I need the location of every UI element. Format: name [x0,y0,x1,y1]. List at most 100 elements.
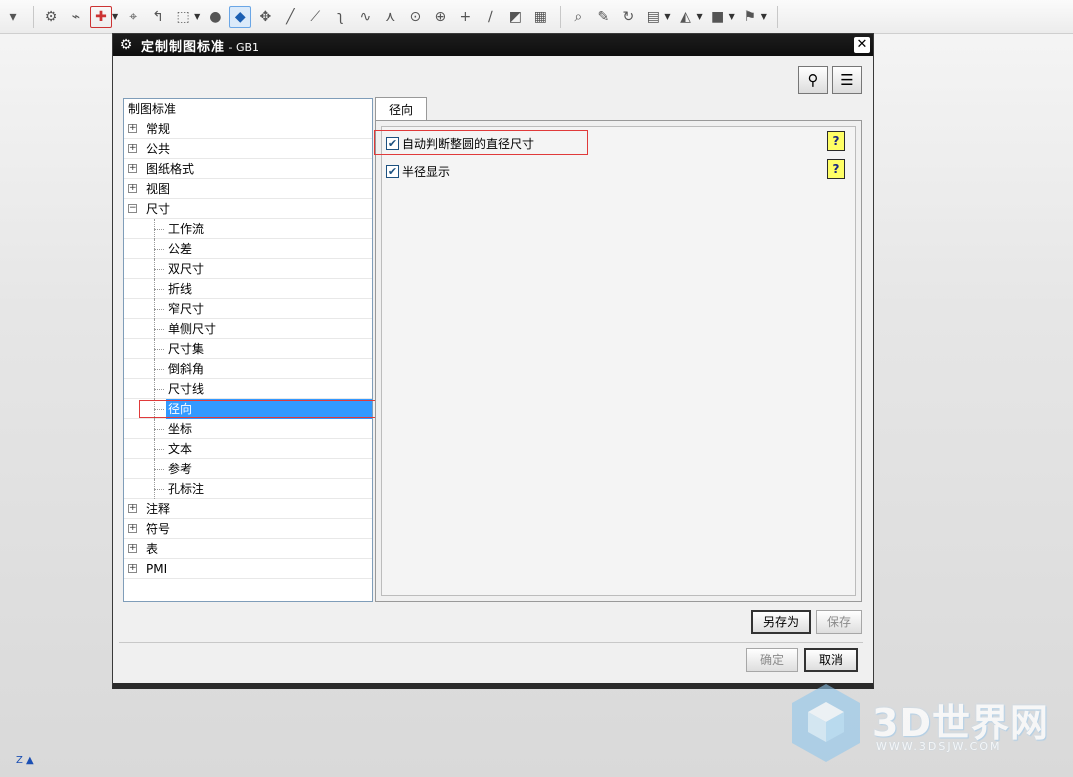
table-icon[interactable]: ▤ [642,6,664,28]
tool-icon[interactable]: ◭ [674,6,696,28]
watermark-brand: 3D世界网 [872,701,1049,745]
snap-icon[interactable]: ⚙ [40,6,62,28]
expand-icon[interactable]: + [128,544,137,553]
zoom-icon[interactable]: ⌕ [567,6,589,28]
tree-child-item[interactable]: 孔标注 [124,479,372,499]
chevron-down-icon[interactable]: ▼ [112,12,118,21]
axis-indicator: Z ▲ [16,755,34,766]
list-icon[interactable]: ☰ [832,66,862,94]
tree-child-item[interactable]: 公差 [124,239,372,259]
dropdown-icon[interactable]: ▾ [2,6,24,28]
line2-icon[interactable]: ⟋ [304,6,326,28]
rect-select-icon[interactable]: ⬚ [172,6,194,28]
chevron-down-icon[interactable]: ▼ [664,12,670,21]
tree-item-annotation[interactable]: + 注释 [124,499,372,519]
toolbar-separator [776,5,778,28]
expand-icon[interactable]: + [128,184,137,193]
shade-icon[interactable]: ● [204,6,226,28]
view-cube-icon[interactable]: ◆ [229,5,252,28]
tree-child-item[interactable]: 单侧尺寸 [124,319,372,339]
save-button[interactable]: 保存 [816,610,862,634]
circle-icon[interactable]: ⊙ [404,6,426,28]
tree-child-item[interactable]: 参考 [124,459,372,479]
standard-tree[interactable]: 制图标准 + 常规 + 公共 + 图纸格式 + 视图 − 尺寸 工作流 公差 双… [123,98,381,602]
collapse-icon[interactable]: − [128,204,137,213]
expand-icon[interactable]: + [128,524,137,533]
tree-header: 制图标准 [128,102,177,116]
tree-item-pmi[interactable]: + PMI [124,559,372,579]
dialog-titlebar[interactable]: ⚙ 定制制图标准 - GB1 ✕ [113,34,873,56]
tree-child-item[interactable]: 倒斜角 [124,359,372,379]
toolbar-separator [560,5,562,28]
find-icon[interactable]: ⚲ [798,66,828,94]
tree-child-item[interactable]: 工作流 [124,219,372,239]
toolbar-separator [33,5,34,28]
highlight-box [139,400,381,418]
close-button[interactable]: ✕ [854,37,870,53]
chevron-down-icon[interactable]: ▼ [729,12,735,21]
ok-button[interactable]: 确定 [746,648,798,672]
box-icon[interactable]: ◩ [504,6,526,28]
target-icon[interactable]: ⊕ [429,6,451,28]
note-icon[interactable]: ✎ [592,6,614,28]
grid-icon[interactable]: ▦ [529,6,551,28]
tree-child-item[interactable]: 折线 [124,279,372,299]
link-icon[interactable]: ⌁ [65,6,87,28]
plus-icon[interactable]: + [454,6,476,28]
expand-icon[interactable]: + [128,124,137,133]
divider [119,642,863,643]
chevron-down-icon[interactable]: ▼ [194,12,200,21]
cube-icon[interactable]: ■ [707,6,729,28]
move-icon[interactable]: ✥ [254,6,276,28]
expand-icon[interactable]: + [128,164,137,173]
tree-item-view[interactable]: + 视图 [124,179,372,199]
tree-child-item[interactable]: 尺寸集 [124,339,372,359]
arc-icon[interactable]: ʅ [329,6,351,28]
spline-icon[interactable]: ∿ [354,6,376,28]
gear-icon: ⚙ [119,37,133,53]
tree-child-item-radial[interactable]: 径向 [124,399,381,419]
checkbox-radius-display[interactable]: ✔ [386,164,399,178]
flag-icon[interactable]: ⚑ [739,6,761,28]
line-icon[interactable]: ╱ [279,6,301,28]
help-icon[interactable]: ? [827,159,845,179]
watermark-url: WWW.3DSJW.COM [876,740,1002,753]
slash-icon[interactable]: ∕ [479,6,501,28]
point-icon[interactable]: ⌖ [122,6,144,28]
chevron-down-icon[interactable]: ▼ [761,12,767,21]
tree-item-dimension[interactable]: − 尺寸 [124,199,372,219]
dialog-tools: ⚲ ☰ [798,66,862,94]
help-icon[interactable]: ? [827,131,845,151]
cancel-button[interactable]: 取消 [804,648,858,672]
axis-label: Z [16,755,23,766]
watermark: 3D世界网 WWW.3DSJW.COM [790,682,1060,767]
fork-icon[interactable]: ⋏ [379,6,401,28]
tree-child-item[interactable]: 双尺寸 [124,259,372,279]
options-group: ✔ 自动判断整圆的直径尺寸 ? ✔ 半径显示 ? [374,126,856,596]
tree-child-item[interactable]: 尺寸线 [124,379,372,399]
expand-icon[interactable]: + [128,144,137,153]
options-panel: ✔ 自动判断整圆的直径尺寸 ? ✔ 半径显示 ? [374,120,862,602]
tree-item-symbol[interactable]: + 符号 [124,519,372,539]
tree-item-table[interactable]: + 表 [124,539,372,559]
tree-item-sheet-format[interactable]: + 图纸格式 [124,159,372,179]
option-radius-display[interactable]: ✔ 半径显示 [386,161,450,181]
expand-icon[interactable]: + [128,504,137,513]
tree-item-general[interactable]: + 常规 [124,119,372,139]
select-icon[interactable]: ✚ [90,5,112,28]
tree-child-item[interactable]: 文本 [124,439,372,459]
drafting-standard-dialog: ⚙ 定制制图标准 - GB1 ✕ ⚲ ☰ 制图标准 + 常规 + 公共 + 图纸… [112,33,874,689]
curve-icon[interactable]: ↰ [147,6,169,28]
refresh-icon[interactable]: ↻ [617,6,639,28]
save-as-button[interactable]: 另存为 [751,610,811,634]
main-toolbar: ▾ ⚙ ⌁ ✚ ▼ ⌖ ↰ ⬚ ▼ ● ◆ ✥ ╱ ⟋ ʅ ∿ ⋏ ⊙ ⊕ + … [0,0,1073,34]
tab-radial[interactable]: 径向 [375,97,427,121]
expand-icon[interactable]: + [128,564,137,573]
tree-child-item[interactable]: 窄尺寸 [124,299,372,319]
option-label: 半径显示 [402,164,451,179]
tree-item-common[interactable]: + 公共 [124,139,372,159]
axis-arrow-icon: ▲ [26,755,34,766]
tree-child-item[interactable]: 坐标 [124,419,372,439]
chevron-down-icon[interactable]: ▼ [696,12,702,21]
option-auto-diameter[interactable]: ✔ 自动判断整圆的直径尺寸 [374,130,588,155]
